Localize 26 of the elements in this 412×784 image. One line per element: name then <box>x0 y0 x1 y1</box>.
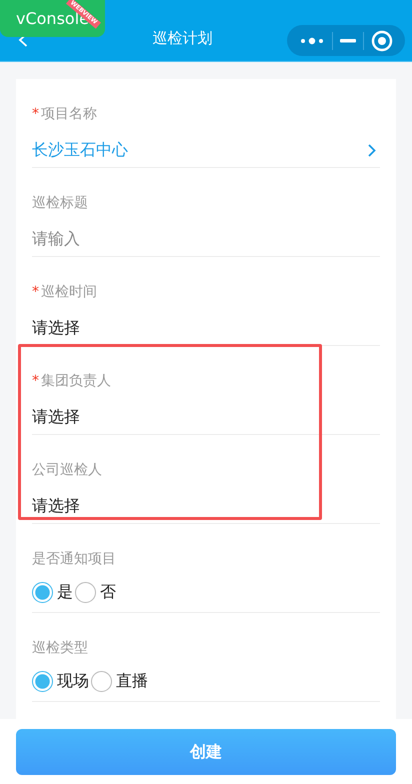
select-field[interactable]: 请选择 <box>32 317 380 339</box>
required-mark: * <box>32 372 39 390</box>
close-icon[interactable] <box>371 30 394 52</box>
field-label: 巡检时间 <box>41 283 97 301</box>
radio-label: 现场 <box>57 671 89 692</box>
required-mark: * <box>32 105 39 123</box>
radio-button[interactable] <box>32 582 53 603</box>
radio-button[interactable] <box>32 671 53 692</box>
page-title: 巡检计划 <box>152 29 214 48</box>
field-label: 巡检标题 <box>32 194 88 212</box>
field-label: 公司巡检人 <box>32 461 102 479</box>
radio-button[interactable] <box>91 671 112 692</box>
radio-button[interactable] <box>75 582 96 603</box>
more-icon[interactable] <box>298 36 325 46</box>
field-label: 集团负责人 <box>41 372 111 390</box>
minimize-icon[interactable] <box>340 38 356 42</box>
radio-label: 否 <box>100 582 116 603</box>
select-field[interactable]: 请选择 <box>32 495 380 517</box>
field-label: 项目名称 <box>41 105 97 123</box>
field-label: 是否通知项目 <box>32 550 116 568</box>
chevron-right-icon[interactable] <box>368 144 376 156</box>
select-field[interactable]: 请选择 <box>32 406 380 428</box>
radio-label: 直播 <box>116 671 148 692</box>
radio-label: 是 <box>57 582 73 603</box>
required-mark: * <box>32 283 39 301</box>
field-label: 巡检类型 <box>32 639 88 657</box>
